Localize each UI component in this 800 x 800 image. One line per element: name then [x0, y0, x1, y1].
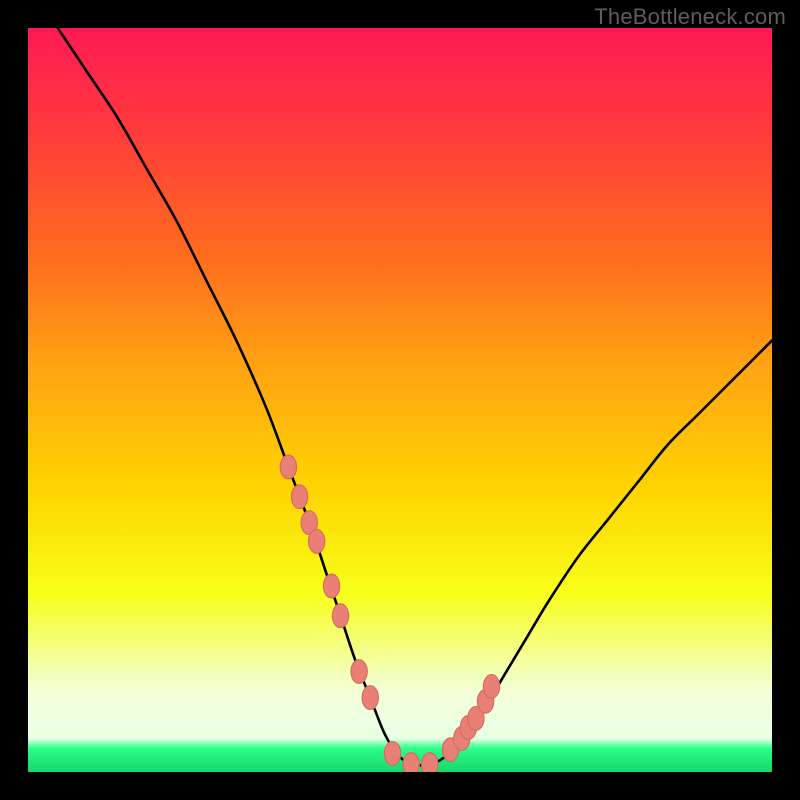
marker-point: [483, 675, 499, 699]
marker-point: [291, 485, 307, 509]
marker-point: [384, 741, 400, 765]
bottleneck-chart: [28, 28, 772, 772]
watermark-text: TheBottleneck.com: [594, 4, 786, 30]
plot-area: [28, 28, 772, 772]
marker-point: [308, 529, 324, 553]
gradient-background: [28, 28, 772, 772]
marker-point: [403, 753, 419, 772]
marker-point: [323, 574, 339, 598]
marker-point: [362, 686, 378, 710]
marker-point: [280, 455, 296, 479]
chart-frame: TheBottleneck.com: [0, 0, 800, 800]
marker-point: [422, 753, 438, 772]
marker-point: [332, 604, 348, 628]
marker-point: [351, 660, 367, 684]
